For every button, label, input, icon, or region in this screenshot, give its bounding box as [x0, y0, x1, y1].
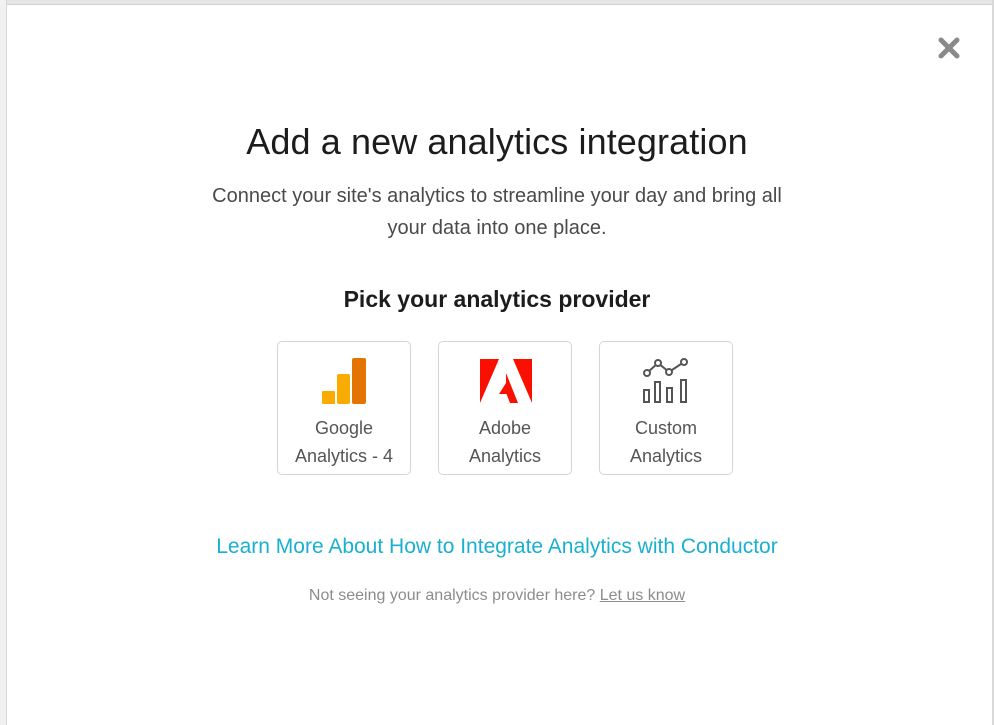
provider-label-line2: Analytics	[629, 446, 703, 466]
provider-label: Custom Analytics	[600, 414, 732, 470]
provider-card-google-analytics[interactable]: Google Analytics - 4	[277, 341, 411, 475]
modal-title: Add a new analytics integration	[246, 121, 748, 162]
modal-subtitle: Connect your site's analytics to streaml…	[212, 185, 782, 239]
learn-more-link[interactable]: Learn More About How to Integrate Analyt…	[0, 535, 994, 559]
provider-label-line2: Analytics - 4	[294, 446, 394, 466]
provider-card-custom-analytics[interactable]: Custom Analytics	[599, 341, 733, 475]
provider-label-line1: Adobe	[478, 418, 532, 438]
provider-label: Google Analytics - 4	[278, 414, 410, 470]
google-analytics-icon	[278, 356, 412, 406]
provider-label-line1: Google	[314, 418, 374, 438]
backdrop-left-edge	[0, 0, 7, 725]
screen: Add a new analytics integration Connect …	[0, 0, 994, 725]
adobe-icon	[439, 356, 573, 406]
provider-label-line2: Analytics	[468, 446, 542, 466]
provider-label: Adobe Analytics	[439, 414, 571, 470]
provider-card-adobe-analytics[interactable]: Adobe Analytics	[438, 341, 572, 475]
close-icon	[938, 37, 960, 59]
footnote: Not seeing your analytics provider here?…	[0, 587, 994, 605]
provider-label-line1: Custom	[634, 418, 697, 438]
provider-list: Google Analytics - 4 Adobe Analytics Cus…	[277, 341, 737, 478]
custom-analytics-chart-icon	[600, 356, 734, 406]
backdrop-top-edge	[0, 0, 994, 5]
provider-section-heading: Pick your analytics provider	[343, 286, 651, 312]
close-button[interactable]	[936, 35, 962, 61]
let-us-know-link[interactable]: Let us know	[600, 587, 685, 604]
footnote-text: Not seeing your analytics provider here?	[308, 587, 596, 604]
